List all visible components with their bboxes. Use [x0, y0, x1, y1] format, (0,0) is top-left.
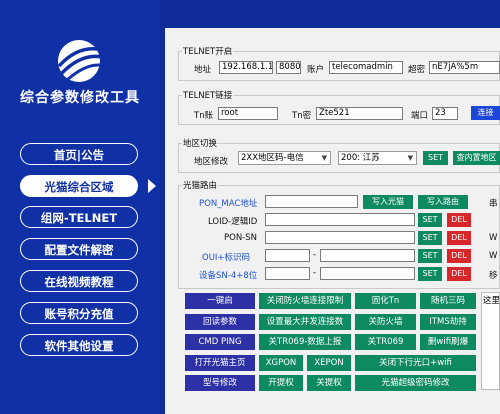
- app-title: 综合参数修改工具: [20, 90, 140, 106]
- cmd-ping-button[interactable]: CMD PING: [185, 334, 255, 350]
- loid-del-button[interactable]: DEL: [447, 213, 471, 227]
- oui-label: OUI+标识码: [202, 253, 251, 263]
- xgpon-button[interactable]: XGPON: [259, 355, 303, 371]
- one-click-start-button[interactable]: 一键启: [185, 293, 255, 309]
- partial-label-1: 串: [489, 199, 498, 209]
- connect-button[interactable]: 连接: [471, 106, 500, 120]
- close-firewall-button[interactable]: 关防火墙: [355, 314, 416, 330]
- tn-port-label: 端口: [411, 111, 429, 121]
- pon-sn-set-button[interactable]: SET: [418, 231, 442, 245]
- nav-optical-area[interactable]: 光猫综合区域: [20, 175, 138, 197]
- device-sn-prefix-input[interactable]: [265, 267, 310, 280]
- port-input[interactable]: 8080: [276, 61, 301, 74]
- query-builtin-region-button[interactable]: 查内置地区: [453, 151, 500, 165]
- close-tr069-report-button[interactable]: 关TR069-数据上报: [259, 334, 351, 350]
- oui-dash: -: [313, 250, 317, 260]
- partial-label-4: 移: [489, 271, 498, 281]
- write-optical-button[interactable]: 写入光猫: [363, 195, 413, 209]
- account-label: 账户: [307, 65, 325, 75]
- super-password-label: 超密: [408, 65, 426, 75]
- enable-privilege-button[interactable]: 开提权: [259, 375, 303, 391]
- tn-account-label: Tn账: [194, 111, 214, 121]
- nav-config-decrypt[interactable]: 配置文件解密: [20, 238, 138, 260]
- region-modify-label: 地区修改: [194, 157, 229, 167]
- disable-privilege-button[interactable]: 关提权: [307, 375, 351, 391]
- region-code-select[interactable]: 2XX地区码-电信 ▼: [238, 151, 331, 165]
- nav-home-notice[interactable]: 首页|公告: [20, 143, 138, 165]
- partial-label-2: W: [489, 233, 498, 243]
- account-input[interactable]: telecomadmin: [329, 61, 403, 74]
- pon-sn-label: PON-SN: [224, 233, 257, 243]
- tn-port-input[interactable]: 23: [432, 107, 458, 120]
- close-tr069-button[interactable]: 关TR069: [355, 334, 416, 350]
- pon-mac-label: PON_MAC地址: [199, 199, 258, 209]
- device-sn-set-button[interactable]: SET: [418, 267, 442, 281]
- disable-firewall-limit-button[interactable]: 关闭防火墙连接限制: [259, 293, 351, 309]
- delete-wifi-button[interactable]: 删wifi刷爆: [420, 334, 476, 350]
- xepon-button[interactable]: XEPON: [307, 355, 351, 371]
- loid-input[interactable]: [265, 213, 415, 226]
- sn-dash: -: [313, 268, 317, 278]
- open-optical-homepage-button[interactable]: 打开光猫主页: [185, 355, 255, 371]
- oui-del-button[interactable]: DEL: [447, 249, 471, 263]
- close-downlink-port-wifi-button[interactable]: 关闭下行光口+wifi: [355, 355, 476, 371]
- loid-label: LOID-逻辑ID: [208, 217, 258, 227]
- province-select[interactable]: 200: 江苏 ▼: [338, 151, 417, 165]
- pon-sn-del-button[interactable]: DEL: [447, 231, 471, 245]
- write-routing-button[interactable]: 写入路由: [418, 195, 468, 209]
- log-textarea[interactable]: 这里: [481, 292, 500, 390]
- oui-serial-input[interactable]: [320, 249, 415, 262]
- model-modify-button[interactable]: 型号修改: [185, 375, 255, 391]
- address-input[interactable]: 192.168.1.1: [219, 61, 273, 74]
- app-window: 综合参数修改工具 首页|公告 光猫综合区域 组网-TELNET 配置文件解密 在…: [0, 0, 500, 414]
- region-code-value: 2XX地区码-电信: [241, 153, 304, 163]
- random-three-codes-button[interactable]: 随机三码: [420, 293, 476, 309]
- address-label: 地址: [194, 65, 212, 75]
- super-password-input[interactable]: nE7jA%5m: [429, 61, 500, 74]
- nav-other-settings[interactable]: 软件其他设置: [20, 334, 138, 356]
- nav-video-tutorial[interactable]: 在线视频教程: [20, 270, 138, 292]
- region-set-button[interactable]: SET: [423, 151, 448, 165]
- solidify-tn-button[interactable]: 固化Tn: [355, 293, 416, 309]
- oui-input[interactable]: [265, 249, 310, 262]
- optical-routing-legend: 光猫路由: [182, 179, 219, 191]
- app-logo-icon: [57, 40, 104, 82]
- tn-password-input[interactable]: Zte521: [316, 107, 403, 120]
- loid-set-button[interactable]: SET: [418, 213, 442, 227]
- partial-label-3: W: [489, 251, 498, 261]
- region-legend: 地区切换: [182, 137, 219, 149]
- device-sn-del-button[interactable]: DEL: [447, 267, 471, 281]
- telnet-link-legend: TELNET链接: [182, 89, 234, 101]
- chevron-down-icon: ▼: [407, 154, 413, 162]
- device-sn-label: 设备SN-4+8位: [199, 271, 258, 281]
- device-sn-serial-input[interactable]: [320, 267, 415, 280]
- itms-hijack-button[interactable]: ITMS劫持: [420, 314, 476, 330]
- set-max-connections-button[interactable]: 设置最大并发连接数: [259, 314, 351, 330]
- oui-set-button[interactable]: SET: [418, 249, 442, 263]
- active-nav-arrow-icon: [148, 179, 156, 193]
- read-back-params-button[interactable]: 回读参数: [185, 314, 255, 330]
- province-value: 200: 江苏: [341, 153, 380, 163]
- pon-sn-input[interactable]: [265, 231, 415, 244]
- tn-password-label: Tn密: [292, 111, 312, 121]
- nav-account-recharge[interactable]: 账号积分充值: [20, 302, 138, 324]
- super-password-modify-button[interactable]: 光猫超级密码修改: [355, 375, 476, 391]
- nav-telnet[interactable]: 组网-TELNET: [20, 206, 138, 228]
- pon-mac-input[interactable]: [265, 195, 358, 208]
- chevron-down-icon: ▼: [321, 154, 327, 162]
- sidebar: 综合参数修改工具 首页|公告 光猫综合区域 组网-TELNET 配置文件解密 在…: [0, 0, 160, 414]
- telnet-open-legend: TELNET开启: [182, 45, 234, 57]
- tn-account-input[interactable]: root: [218, 107, 278, 120]
